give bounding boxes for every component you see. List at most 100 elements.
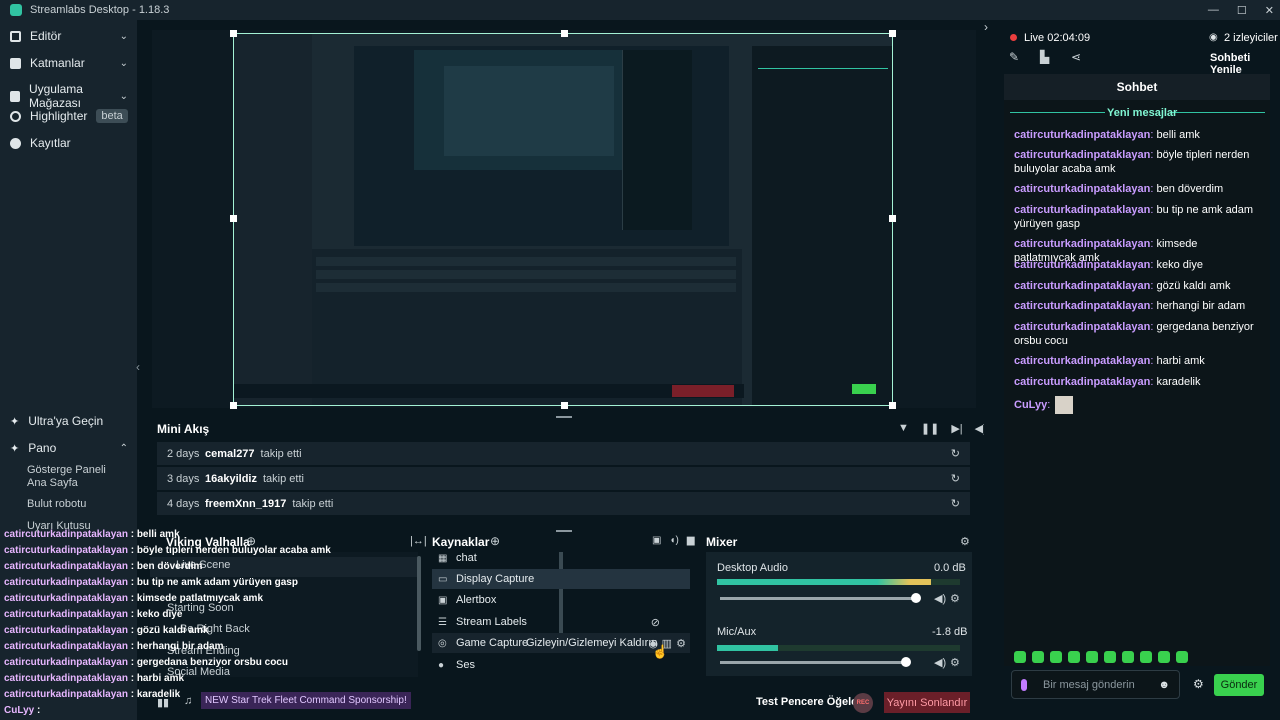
chat-username[interactable]: catircuturkadinpataklayan — [1014, 321, 1150, 333]
monitor-icon: ▭ — [438, 573, 448, 585]
chat-username[interactable]: catircuturkadinpataklayan — [1014, 149, 1150, 161]
send-button[interactable]: Gönder — [1214, 674, 1264, 696]
source-item[interactable]: ▣ Alertbox — [432, 590, 690, 610]
emote-icon[interactable] — [1032, 651, 1044, 663]
close-icon[interactable]: ✕ — [1265, 4, 1274, 17]
nav-layers[interactable]: Katmanlar ⌄ — [10, 56, 128, 70]
nav-pano[interactable]: ✦ Pano ⌃ — [10, 441, 128, 455]
chat-username[interactable]: CuLyy — [1014, 399, 1047, 411]
resize-handle[interactable] — [889, 402, 896, 409]
feed-name: freemXnn_1917 — [205, 497, 287, 510]
resize-handle[interactable] — [889, 215, 896, 222]
folder-icon[interactable]: ▆ — [687, 535, 695, 546]
bell-icon[interactable]: ♫ — [184, 695, 192, 707]
news-banner[interactable]: NEW Star Trek Fleet Command Sponsorship! — [201, 692, 411, 709]
mixer-settings-icon[interactable]: ⚙ — [960, 535, 970, 548]
emote-icon[interactable] — [1140, 651, 1152, 663]
nav-app-store[interactable]: Uygulama Mağazası ⌄ — [10, 82, 128, 110]
resize-handle[interactable] — [561, 30, 568, 37]
resize-handle[interactable] — [561, 402, 568, 409]
filter-icon[interactable]: ▼ — [898, 422, 909, 435]
edit-icon[interactable]: ✎ — [1009, 50, 1019, 64]
emote-icon[interactable] — [1122, 651, 1134, 663]
chat-username[interactable]: catircuturkadinpataklayan — [1014, 355, 1150, 367]
chat-username[interactable]: catircuturkadinpataklayan — [1014, 259, 1150, 271]
ultra-icon: ✦ — [10, 415, 20, 428]
nav-label: Katmanlar — [30, 56, 85, 70]
new-messages-label: Yeni mesajlar — [1107, 107, 1178, 119]
resize-handle[interactable] — [230, 402, 237, 409]
chat-input[interactable]: Bir mesaj gönderin — [1043, 679, 1135, 691]
emote-icon[interactable] — [1176, 651, 1188, 663]
emote-icon[interactable] — [1086, 651, 1098, 663]
replay-icon[interactable]: ↻ — [951, 497, 960, 510]
chat-username[interactable]: catircuturkadinpataklayan — [1014, 300, 1150, 312]
display-capture-preview[interactable] — [233, 33, 893, 406]
record-button[interactable]: REC — [853, 693, 873, 713]
nav-highlighter[interactable]: Highlighter beta — [10, 109, 128, 123]
emoji-icon[interactable]: ☻ — [1158, 679, 1170, 691]
add-source-icon[interactable]: ⊕ — [490, 534, 500, 548]
replay-icon[interactable]: ↻ — [951, 472, 960, 485]
mouse-cursor-icon: ☝ — [652, 644, 669, 659]
emote-icon[interactable] — [1104, 651, 1116, 663]
chat-username[interactable]: catircuturkadinpataklayan — [1014, 183, 1150, 195]
resize-handle[interactable] — [889, 30, 896, 37]
volume-slider[interactable] — [720, 597, 916, 600]
sub-dashboard-home[interactable]: Gösterge Paneli Ana Sayfa — [27, 464, 127, 490]
emote-icon[interactable] — [1068, 651, 1080, 663]
audio-source-icon[interactable]: ◖) — [669, 535, 678, 546]
pause-icon[interactable]: ❚❚ — [921, 422, 939, 435]
mixer-channel-name: Desktop Audio — [717, 562, 788, 574]
dashboard-icon[interactable]: ▙ — [1040, 50, 1049, 64]
chat-username[interactable]: catircuturkadinpataklayan — [1014, 238, 1150, 250]
minimize-icon[interactable]: — — [1208, 4, 1219, 16]
share-icon[interactable]: ⋖ — [1071, 50, 1081, 64]
emote-icon[interactable] — [1158, 651, 1170, 663]
chat-username[interactable]: catircuturkadinpataklayan — [1014, 280, 1150, 292]
hidden-eye-icon[interactable]: ⊘ — [651, 616, 660, 629]
volume-slider[interactable] — [720, 661, 906, 664]
emote-icon[interactable] — [1050, 651, 1062, 663]
chat-username[interactable]: catircuturkadinpataklayan — [1014, 376, 1150, 388]
speaker-icon[interactable]: ◀) — [934, 592, 946, 605]
emote-icon[interactable] — [1014, 651, 1026, 663]
resize-handle[interactable] — [230, 30, 237, 37]
gear-icon[interactable]: ⚙ — [950, 656, 960, 669]
speaker-icon[interactable]: ◀) — [934, 656, 946, 669]
settings-gear-icon[interactable]: ⚙ — [1193, 677, 1204, 691]
chat-username[interactable]: catircuturkadinpataklayan — [1014, 129, 1150, 141]
test-widgets-button[interactable]: Test Pencere Öğeleri — [756, 696, 865, 708]
gear-icon[interactable]: ⚙ — [950, 592, 960, 605]
sub-cloudbot[interactable]: Bulut robotu — [27, 498, 127, 511]
feed-days: 3 days — [167, 472, 200, 485]
end-stream-button[interactable]: Yayını Sonlandır — [884, 692, 970, 713]
chat-input-box[interactable]: Bir mesaj gönderin ☻ — [1011, 670, 1180, 699]
collapse-right-icon[interactable]: › — [984, 20, 988, 34]
source-item[interactable]: ▭ Display Capture — [432, 569, 690, 589]
replay-icon[interactable]: ↻ — [951, 447, 960, 460]
panel-drag-handle[interactable] — [556, 416, 572, 418]
volume-slider-knob[interactable] — [911, 593, 921, 603]
chat-message: catircuturkadinpataklayan: herhangi bir … — [1014, 299, 1254, 313]
maximize-icon[interactable]: ☐ — [1237, 4, 1247, 17]
nav-ultra[interactable]: ✦ Ultra'ya Geçin — [10, 414, 128, 428]
scene-scrollbar[interactable] — [417, 556, 421, 651]
live-dot-icon — [1010, 34, 1017, 41]
group-icon[interactable]: ▣ — [652, 535, 661, 546]
chat-username[interactable]: catircuturkadinpataklayan — [1014, 204, 1150, 216]
volume-slider-knob[interactable] — [901, 657, 911, 667]
source-item[interactable]: ☰ Stream Labels ⊘ — [432, 612, 690, 632]
gear-icon[interactable]: ⚙ — [676, 637, 686, 650]
overlay-chat-text: gergedana benziyor orsbu cocu — [136, 657, 288, 668]
source-item[interactable]: ▦ chat — [432, 548, 690, 568]
microphone-icon[interactable] — [1021, 678, 1027, 691]
skip-icon[interactable]: ▶| — [951, 422, 962, 435]
nav-recordings[interactable]: Kayıtlar — [10, 136, 128, 150]
panel-drag-handle[interactable] — [556, 530, 572, 532]
scene-transitions-icon[interactable]: |↔| — [410, 535, 427, 547]
nav-editor[interactable]: Editör ⌄ — [10, 29, 128, 43]
resize-handle[interactable] — [230, 215, 237, 222]
refresh-chat-button[interactable]: Sohbeti Yenile — [1210, 52, 1280, 76]
collapse-left-icon[interactable]: ‹ — [136, 360, 140, 374]
